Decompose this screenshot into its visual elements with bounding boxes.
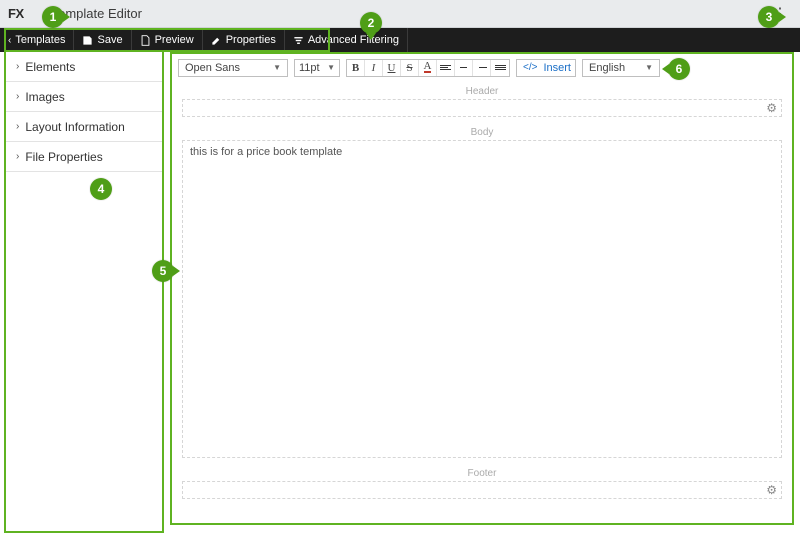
chevron-right-icon: › — [16, 91, 19, 102]
menu-save[interactable]: Save — [74, 28, 131, 52]
sidebar-item-images[interactable]: › Images — [6, 82, 162, 112]
italic-button[interactable]: I — [365, 60, 383, 76]
strike-button[interactable]: S — [401, 60, 419, 76]
header-label: Header — [182, 86, 782, 97]
language-select[interactable]: English ▼ — [582, 59, 660, 77]
template-page: Header ⚙ Body this is for a price book t… — [178, 80, 786, 517]
sidebar-item-layout[interactable]: › Layout Information — [6, 112, 162, 142]
edit-icon — [211, 35, 222, 46]
align-center-button[interactable] — [455, 60, 473, 76]
document-icon — [140, 35, 151, 46]
menu-advanced-filtering[interactable]: Advanced Filtering — [285, 28, 408, 52]
chevron-left-icon: ‹ — [8, 35, 11, 46]
caret-down-icon: ▼ — [645, 63, 653, 72]
text-style-group: B I U S A — [346, 59, 510, 77]
sidebar-item-label: Elements — [25, 60, 75, 74]
body-label: Body — [182, 127, 782, 138]
align-right-button[interactable] — [473, 60, 491, 76]
caret-down-icon: ▼ — [273, 63, 281, 72]
bold-button[interactable]: B — [347, 60, 365, 76]
filter-icon — [293, 35, 304, 46]
sidebar-item-elements[interactable]: › Elements — [6, 52, 162, 82]
chevron-right-icon: › — [16, 61, 19, 72]
header-region[interactable]: ⚙ — [182, 99, 782, 117]
font-select[interactable]: Open Sans ▼ — [178, 59, 288, 77]
align-justify-button[interactable] — [491, 60, 509, 76]
font-color-button[interactable]: A — [419, 60, 437, 76]
insert-label: Insert — [543, 62, 571, 74]
lang-value: English — [589, 62, 625, 74]
insert-menu[interactable]: </> Insert — [516, 59, 576, 77]
footer-region[interactable]: ⚙ — [182, 481, 782, 499]
menubar: ‹ Templates Save Preview Properties Adva… — [0, 28, 800, 52]
callout-4: 4 — [90, 178, 112, 200]
underline-button[interactable]: U — [383, 60, 401, 76]
font-value: Open Sans — [185, 62, 240, 74]
menu-properties[interactable]: Properties — [203, 28, 285, 52]
caret-down-icon: ▼ — [327, 63, 335, 72]
sidebar-item-file-properties[interactable]: › File Properties — [6, 142, 162, 172]
app-logo: FX — [8, 6, 24, 21]
sidebar-item-label: File Properties — [25, 150, 102, 164]
menu-templates[interactable]: ‹ Templates — [0, 28, 74, 52]
chevron-right-icon: › — [16, 121, 19, 132]
menu-label: Templates — [15, 34, 65, 46]
format-toolbar: Open Sans ▼ 11pt ▼ B I U S A </> Insert — [178, 58, 786, 80]
callout-3: 3 — [758, 6, 780, 28]
callout-5: 5 — [152, 260, 174, 282]
canvas-area: Open Sans ▼ 11pt ▼ B I U S A </> Insert — [170, 52, 794, 525]
align-left-button[interactable] — [437, 60, 455, 76]
sidebar-item-label: Layout Information — [25, 120, 124, 134]
menu-label: Preview — [155, 34, 194, 46]
callout-6: 6 — [668, 58, 690, 80]
titlebar: FX Template Editor ⋮ — [0, 0, 800, 28]
sidebar: › Elements › Images › Layout Information… — [4, 52, 164, 533]
callout-1: 1 — [42, 6, 64, 28]
body-region[interactable]: this is for a price book template — [182, 140, 782, 458]
gear-icon[interactable]: ⚙ — [766, 483, 777, 497]
font-size-select[interactable]: 11pt ▼ — [294, 59, 340, 77]
size-value: 11pt — [299, 62, 320, 74]
menu-label: Advanced Filtering — [308, 34, 399, 46]
chevron-right-icon: › — [16, 151, 19, 162]
gear-icon[interactable]: ⚙ — [766, 101, 777, 115]
menu-label: Properties — [226, 34, 276, 46]
body-text: this is for a price book template — [190, 146, 342, 158]
code-icon: </> — [523, 62, 537, 73]
menu-preview[interactable]: Preview — [132, 28, 203, 52]
save-icon — [82, 35, 93, 46]
sidebar-item-label: Images — [25, 90, 64, 104]
footer-label: Footer — [182, 468, 782, 479]
callout-2: 2 — [360, 12, 382, 34]
menu-label: Save — [97, 34, 122, 46]
